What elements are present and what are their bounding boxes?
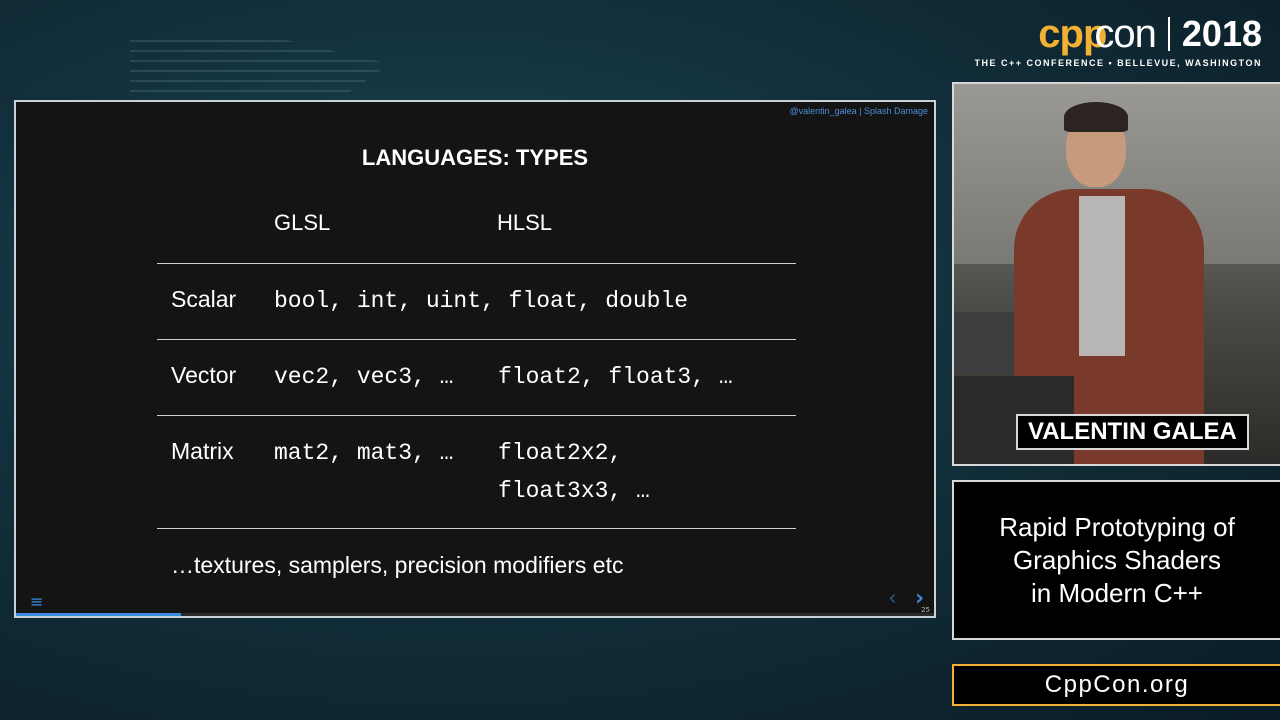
- slide-progress-bar: [16, 613, 934, 616]
- column-header-hlsl: HLSL: [497, 210, 553, 235]
- scalar-types: bool, int, uint, float, double: [274, 288, 689, 314]
- glsl-vector-types: vec2, vec3, …: [274, 364, 454, 390]
- speaker-shirt: [1079, 196, 1125, 356]
- table-divider: [157, 415, 796, 416]
- hlsl-vector-types: float2, float3, …: [498, 364, 733, 390]
- talk-title-line: in Modern C++: [1031, 577, 1203, 608]
- hlsl-matrix-types-line1: float2x2,: [498, 440, 623, 466]
- cppcon-logo: cppcon 2018 THE C++ CONFERENCE • BELLEVU…: [962, 12, 1262, 70]
- website-url: CppCon.org: [952, 664, 1280, 706]
- table-divider: [157, 339, 796, 340]
- talk-title: Rapid Prototyping of Graphics Shaders in…: [999, 511, 1235, 610]
- table-divider: [157, 528, 796, 529]
- logo-subtitle: THE C++ CONFERENCE • BELLEVUE, WASHINGTO…: [974, 58, 1262, 68]
- hamburger-menu-icon[interactable]: ≡: [30, 592, 43, 611]
- hlsl-matrix-types-line2: float3x3, …: [498, 478, 650, 504]
- chevron-left-icon[interactable]: ‹: [888, 586, 897, 611]
- slide-credit: @valentin_galea | Splash Damage: [789, 106, 928, 116]
- talk-title-box: Rapid Prototyping of Graphics Shaders in…: [952, 480, 1280, 640]
- column-header-glsl: GLSL: [274, 210, 331, 235]
- glsl-matrix-types: mat2, mat3, …: [274, 440, 454, 466]
- speaker-hair: [1064, 102, 1128, 132]
- talk-title-line: Graphics Shaders: [1012, 544, 1222, 575]
- presentation-slide: @valentin_galea | Splash Damage LANGUAGE…: [14, 100, 936, 618]
- slide-progress-fill: [16, 613, 182, 616]
- row-label-matrix: Matrix: [171, 438, 234, 464]
- row-label-scalar: Scalar: [171, 286, 237, 312]
- table-divider: [157, 263, 796, 264]
- speaker-name: VALENTIN GALEA: [1016, 414, 1249, 450]
- slide-footnote: …textures, samplers, precision modifiers…: [171, 552, 624, 578]
- logo-year: 2018: [1181, 13, 1262, 54]
- background-code-texture: [130, 40, 390, 100]
- logo-divider: [1167, 17, 1170, 51]
- speaker-video: VALENTIN GALEA: [952, 82, 1280, 466]
- logo-con: con: [1094, 11, 1156, 56]
- slide-title: LANGUAGES: TYPES: [361, 145, 589, 170]
- row-label-vector: Vector: [171, 362, 237, 388]
- talk-title-line: Rapid Prototyping of: [999, 511, 1235, 542]
